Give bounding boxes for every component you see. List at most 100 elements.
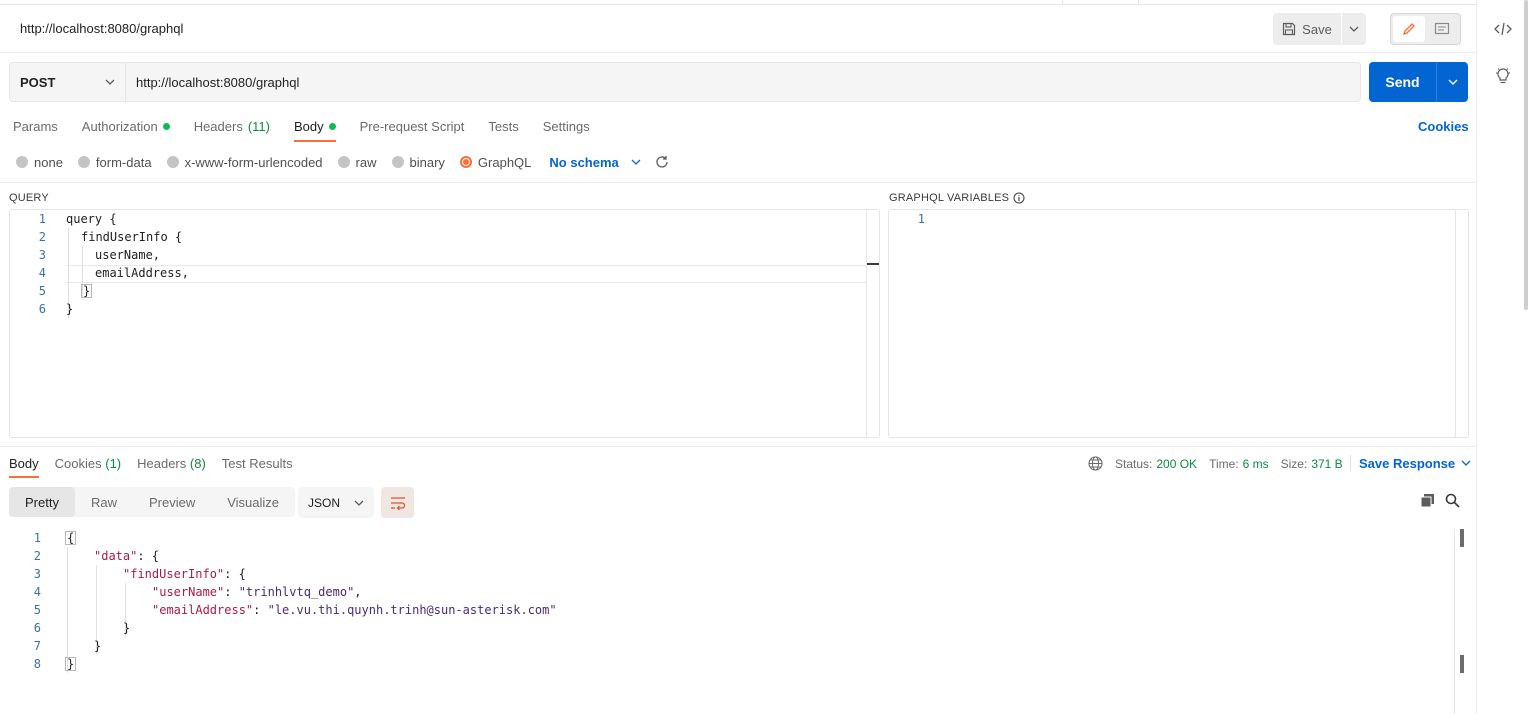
tab-headers[interactable]: Headers (11): [194, 110, 270, 142]
search-icon[interactable]: [1445, 493, 1460, 508]
schema-select[interactable]: No schema: [549, 155, 641, 170]
wrap-lines-icon: [390, 496, 405, 510]
code-icon[interactable]: [1493, 19, 1513, 39]
radio-circle[interactable]: [166, 156, 179, 168]
radio-graphql[interactable]: GraphQL: [459, 155, 531, 170]
radio-binary-label: binary: [409, 154, 445, 170]
view-mode-visualize[interactable]: Visualize: [211, 487, 295, 517]
url-input[interactable]: http://localhost:8080/graphql: [125, 62, 1361, 102]
response-tools: [1420, 493, 1460, 508]
code-line: 8 }: [9, 655, 1469, 673]
line-number: 2: [38, 230, 46, 244]
code-line: 6 }: [10, 300, 879, 318]
size-value[interactable]: 371 B: [1311, 457, 1342, 471]
radio-circle[interactable]: [337, 156, 350, 168]
pencil-icon: [1402, 23, 1415, 36]
tab-tests-label: Tests: [488, 119, 519, 134]
code-line: 4 "userName": "trinhlvtq_demo",: [9, 583, 1469, 601]
view-mode-pretty[interactable]: Pretty: [9, 487, 75, 517]
response-cookies-count: (1): [105, 456, 122, 471]
response-tab-headers[interactable]: Headers (8): [137, 450, 206, 478]
radio-form-data[interactable]: form-data: [77, 154, 152, 170]
view-mode-raw[interactable]: Raw: [75, 487, 133, 517]
code-text: }: [123, 621, 131, 635]
response-tab-cookies[interactable]: Cookies (1): [55, 450, 121, 478]
tab-params[interactable]: Params: [13, 110, 58, 142]
radio-form-data-label: form-data: [95, 154, 152, 170]
response-tab-test-results[interactable]: Test Results: [222, 450, 293, 478]
auth-indicator-dot: [162, 123, 170, 130]
line-number: 5: [33, 603, 41, 617]
response-scrollbar[interactable]: [1454, 529, 1468, 714]
copy-icon[interactable]: [1420, 493, 1435, 508]
tab-body[interactable]: Body: [293, 110, 336, 142]
save-response-button[interactable]: Save Response: [1350, 455, 1471, 471]
code-line: 2 findUserInfo {: [10, 228, 879, 246]
view-mode-preview[interactable]: Preview: [133, 487, 211, 517]
code-line: 6 }: [9, 619, 1469, 637]
code-line: 2 "data": {: [9, 547, 1469, 565]
line-number: 1: [917, 212, 925, 226]
line-number: 4: [33, 585, 41, 599]
response-format-select[interactable]: JSON: [298, 487, 374, 518]
send-options-button[interactable]: [1436, 62, 1468, 102]
documentation-mode-button[interactable]: [1427, 16, 1459, 42]
method-select[interactable]: POST: [9, 62, 125, 102]
matched-bracket: }: [81, 284, 93, 298]
json-punct: ,: [354, 585, 362, 599]
wrap-lines-button[interactable]: [381, 487, 414, 518]
tab-authorization-label: Authorization: [81, 119, 158, 134]
request-title[interactable]: http://localhost:8080/graphql: [20, 21, 183, 36]
tab-body-label: Body: [293, 119, 324, 134]
scrollbar-marker: [1460, 529, 1464, 547]
radio-urlencoded[interactable]: x-www-form-urlencoded: [166, 154, 323, 170]
radio-urlencoded-label: x-www-form-urlencoded: [184, 154, 323, 170]
response-view-modes: Pretty Raw Preview Visualize: [9, 487, 296, 517]
lightbulb-icon[interactable]: [1493, 66, 1513, 86]
save-options-button[interactable]: [1342, 13, 1366, 45]
send-button[interactable]: Send: [1369, 62, 1436, 102]
code-line: 1 {: [9, 529, 1469, 547]
tab-settings[interactable]: Settings: [543, 110, 590, 142]
comment-icon: [1435, 22, 1450, 35]
code-line: 5 "emailAddress": "le.vu.thi.quynh.trinh…: [9, 601, 1469, 619]
chevron-down-icon: [1448, 79, 1457, 85]
scrollbar-marker: [1460, 655, 1464, 673]
scrollbar-marker: [867, 263, 879, 265]
refresh-icon[interactable]: [655, 155, 669, 169]
radio-raw-label: raw: [355, 154, 377, 170]
radio-circle[interactable]: [391, 156, 404, 168]
code-line: 1 query {: [10, 210, 879, 228]
radio-binary[interactable]: binary: [391, 154, 445, 170]
line-number: 3: [33, 567, 41, 581]
radio-none[interactable]: none: [16, 155, 63, 170]
window-scrollbar[interactable]: [1524, 0, 1528, 310]
save-button[interactable]: Save: [1273, 13, 1341, 45]
line-number: 6: [38, 302, 46, 316]
tab-tests[interactable]: Tests: [488, 110, 518, 142]
info-icon[interactable]: [1013, 192, 1025, 204]
radio-circle[interactable]: [16, 156, 28, 168]
query-editor-scrollbar[interactable]: [866, 210, 879, 437]
body-type-radios: none form-data x-www-form-urlencoded raw…: [16, 154, 669, 170]
edit-mode-button[interactable]: [1393, 16, 1425, 42]
response-tab-body[interactable]: Body: [9, 450, 39, 478]
globe-icon[interactable]: [1088, 456, 1103, 471]
radio-circle-selected[interactable]: [459, 156, 472, 168]
response-body-viewer[interactable]: 1 { 2 "data": { 3 "findUserInfo": { 4 "u…: [9, 529, 1469, 714]
time-value[interactable]: 6 ms: [1243, 457, 1269, 471]
radio-raw[interactable]: raw: [337, 154, 377, 170]
method-label: POST: [20, 74, 56, 90]
section-divider: [0, 182, 1476, 183]
variables-editor[interactable]: 1: [888, 209, 1469, 438]
query-editor[interactable]: 1 query { 2 findUserInfo { 3 userName, 4…: [9, 209, 880, 438]
line-number: 5: [38, 284, 46, 298]
right-sidebar: [1476, 0, 1528, 714]
variables-editor-scrollbar[interactable]: [1455, 210, 1468, 437]
tab-authorization[interactable]: Authorization: [82, 110, 170, 142]
cookies-link[interactable]: Cookies: [1418, 119, 1469, 134]
status-value[interactable]: 200 OK: [1156, 457, 1197, 471]
tab-pre-request-script[interactable]: Pre-request Script: [360, 110, 465, 142]
radio-circle[interactable]: [77, 156, 90, 168]
tab-settings-label: Settings: [542, 119, 590, 134]
